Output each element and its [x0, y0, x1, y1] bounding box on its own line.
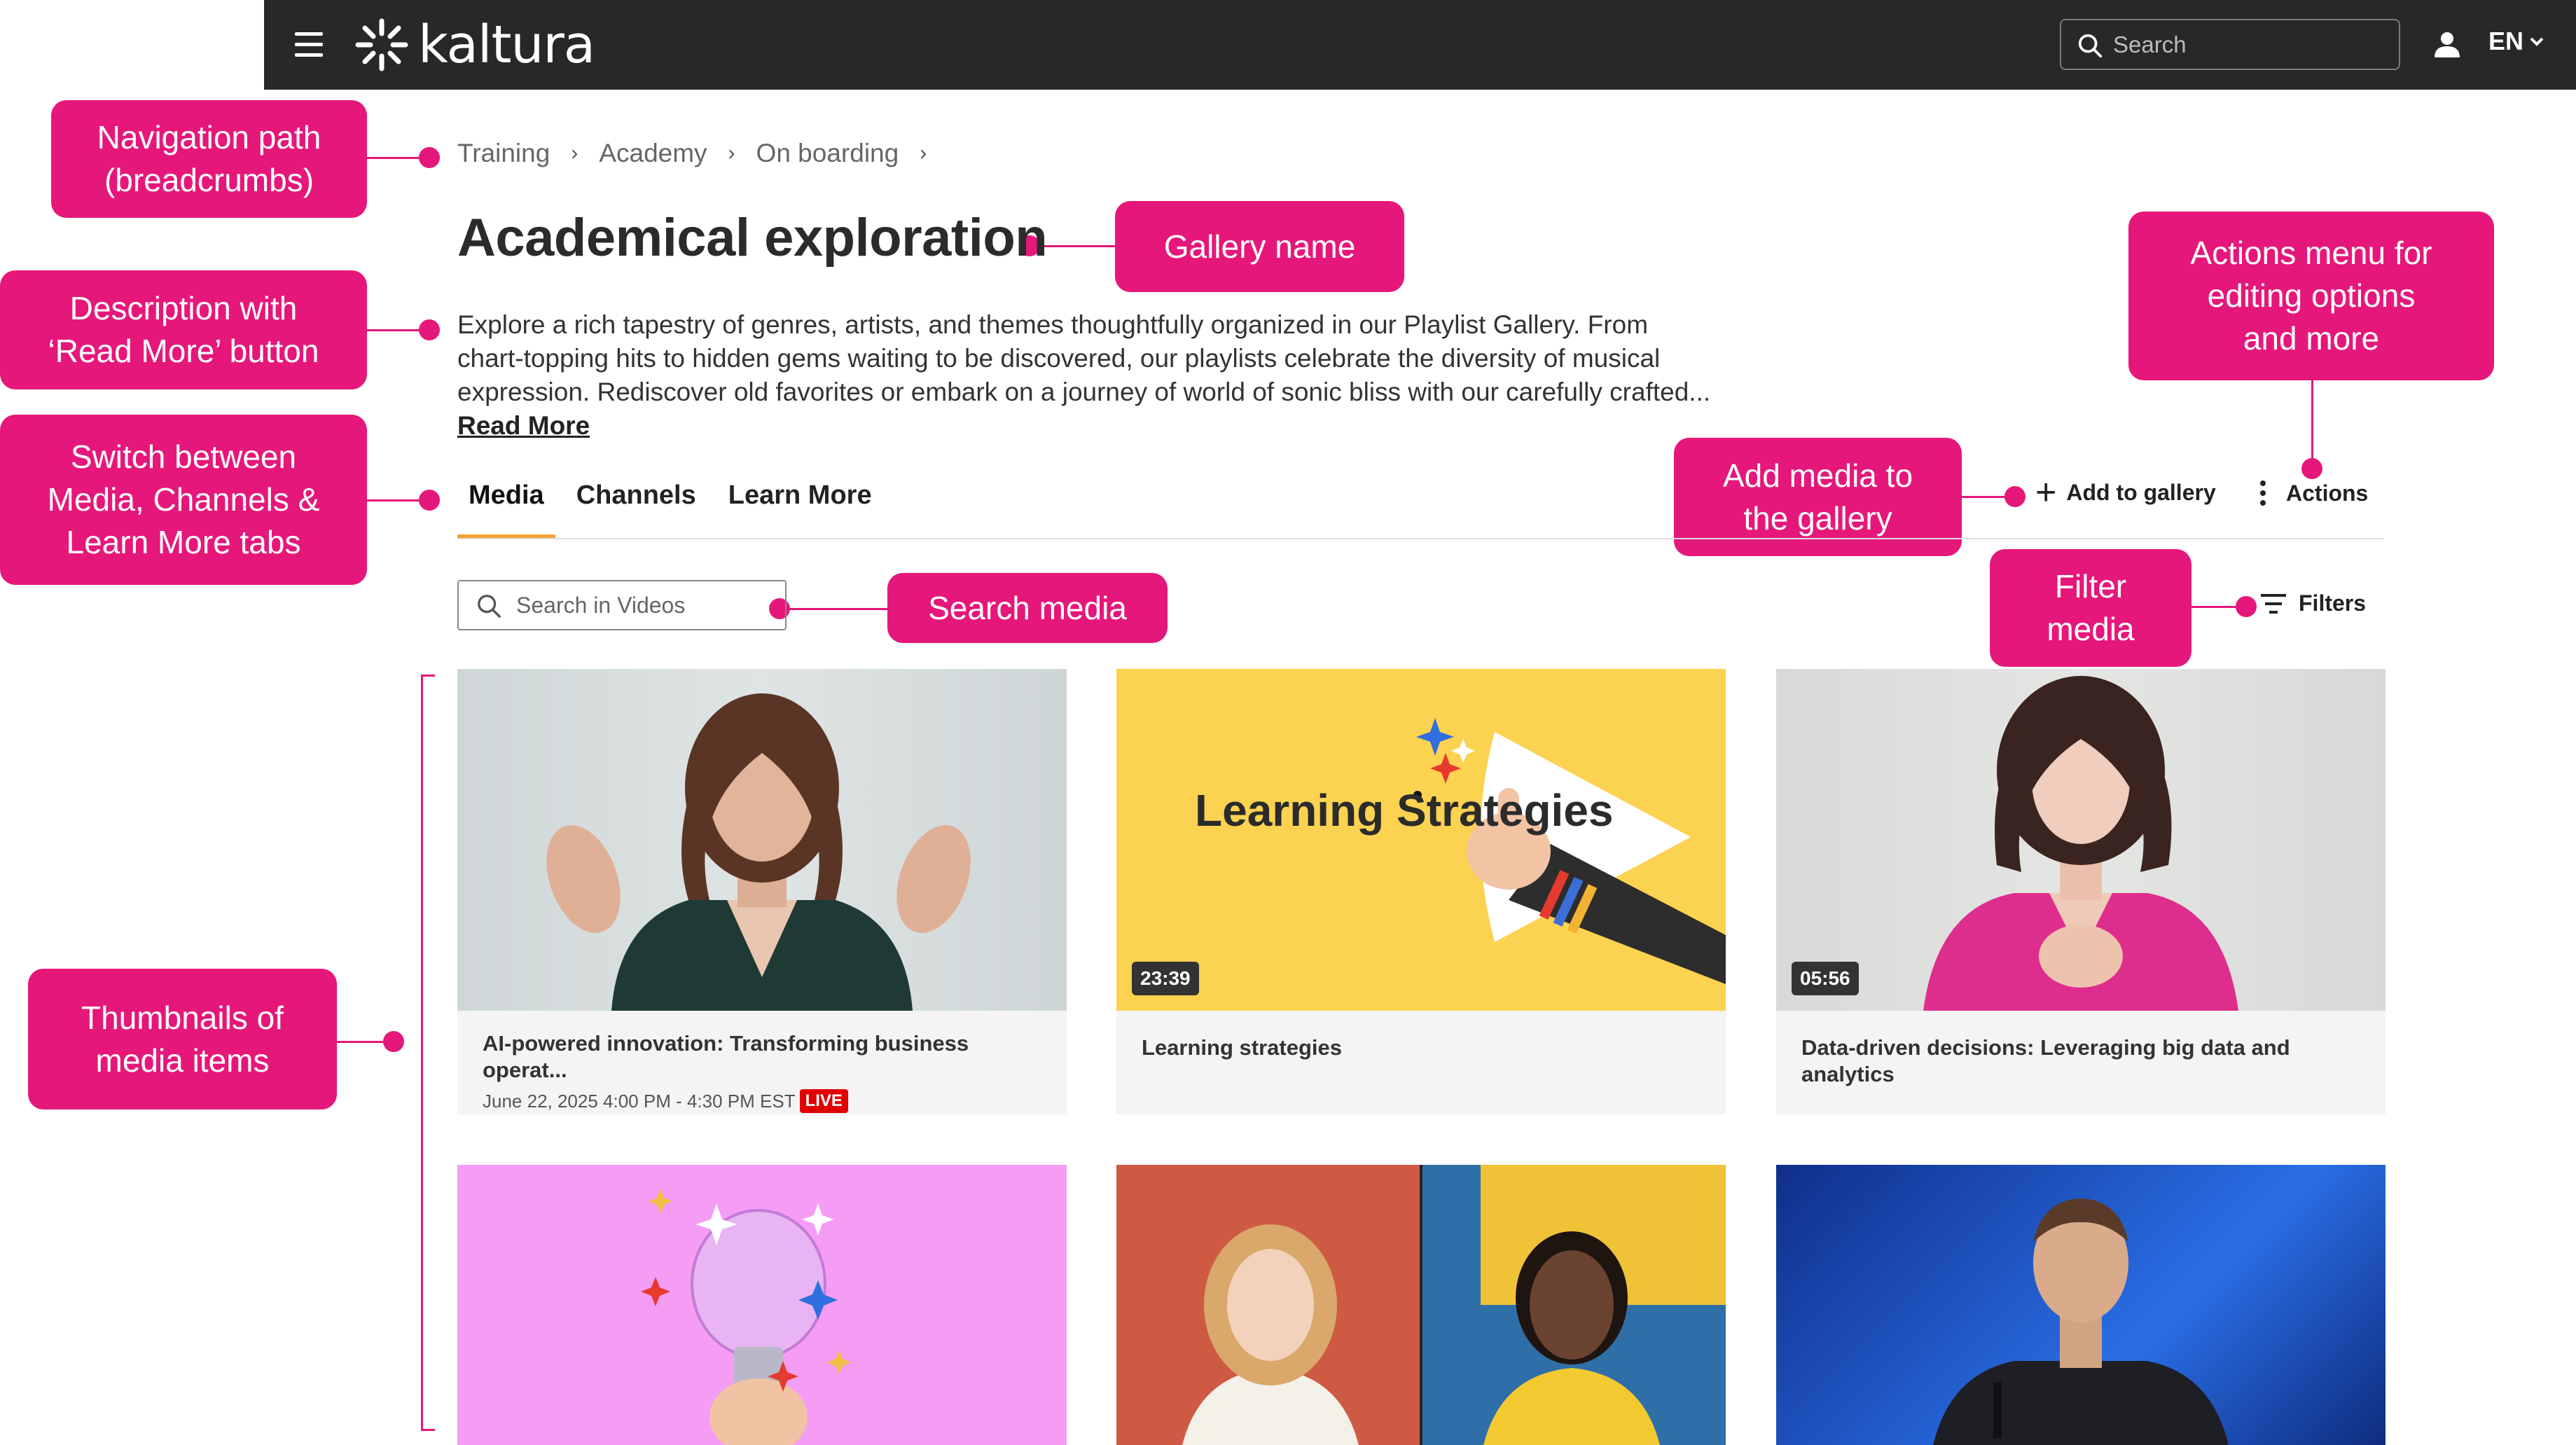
callout-bracket-bottom [421, 1429, 435, 1431]
tab-divider [457, 538, 2384, 539]
breadcrumb-item[interactable]: Academy [599, 139, 707, 168]
filters-label: Filters [2299, 590, 2367, 616]
tab-learn-more[interactable]: Learn More [717, 473, 883, 539]
video-search-placeholder: Search in Videos [516, 592, 686, 618]
chevron-right-icon: › [728, 141, 735, 165]
media-date: June 22, 2025 4:00 PM - 4:30 PM EST [483, 1090, 796, 1112]
kaltura-logo[interactable]: kaltura [354, 15, 595, 75]
callout-breadcrumbs: Navigation path (breadcrumbs) [51, 100, 367, 218]
breadcrumb: Training › Academy › On boarding › [457, 139, 948, 168]
callout-thumbnails: Thumbnails of media items [28, 969, 337, 1109]
read-more-link[interactable]: Read More [457, 411, 590, 440]
media-card[interactable]: 05:56 Data-driven decisions: Leveraging … [1776, 669, 2385, 1114]
callout-dot [2236, 596, 2257, 617]
media-thumbnail[interactable] [457, 669, 1067, 1011]
presenter-woman-pink-image [1923, 676, 2238, 1011]
media-card[interactable]: Learning Strategies 23:39 Learning strat… [1116, 669, 1726, 1114]
video-search-input[interactable]: Search in Videos [457, 580, 787, 630]
callout-dot [383, 1031, 404, 1052]
logo-text: kaltura [418, 15, 595, 75]
gallery-title: Academical exploration [457, 208, 1048, 268]
callout-dot [2301, 458, 2322, 479]
media-title: Data-driven decisions: Leveraging big da… [1801, 1035, 2290, 1086]
callout-filter-media: Filter media [1990, 549, 2191, 667]
media-schedule: June 22, 2025 4:00 PM - 4:30 PM EST LIVE [483, 1089, 1041, 1113]
callout-actions-menu: Actions menu for editing options and mor… [2128, 212, 2494, 380]
presenter-woman-image [546, 693, 971, 1011]
media-thumbnail[interactable]: Learning Strategies 23:39 [1116, 669, 1726, 1011]
callout-connector [2311, 380, 2313, 467]
kaltura-burst-icon [355, 18, 408, 71]
language-selector[interactable]: EN [2488, 27, 2544, 56]
callout-dot [419, 490, 440, 511]
menu-icon[interactable] [295, 32, 323, 57]
kebab-menu-icon [2259, 478, 2266, 508]
media-thumbnail[interactable] [1776, 1165, 2385, 1445]
callout-bracket-top [421, 675, 435, 677]
callout-dot [419, 147, 440, 168]
callout-bracket [421, 675, 423, 1431]
top-navigation-bar: kaltura Search EN [264, 0, 2576, 90]
add-to-gallery-button[interactable]: + Add to gallery [2035, 472, 2216, 513]
media-thumbnail[interactable]: 05:56 [1776, 669, 2385, 1011]
media-thumbnail[interactable] [457, 1165, 1067, 1445]
callout-search-media: Search media [887, 573, 1168, 643]
add-to-gallery-label: Add to gallery [2066, 479, 2216, 505]
callout-dot [2004, 486, 2026, 507]
breadcrumb-item[interactable]: On boarding [756, 139, 899, 168]
media-card[interactable]: AI-powered innovation: Transforming busi… [457, 669, 1067, 1114]
search-icon [2078, 34, 2103, 58]
filter-icon [2261, 593, 2286, 614]
media-title: Learning strategies [1142, 1035, 1342, 1060]
media-card-info: AI-powered innovation: Transforming busi… [457, 1011, 1067, 1114]
actions-label: Actions [2286, 480, 2369, 506]
gallery-description: Explore a rich tapestry of genres, artis… [457, 308, 1718, 443]
callout-connector [780, 608, 887, 610]
callout-tabs: Switch between Media, Channels & Learn M… [0, 415, 367, 585]
description-text: Explore a rich tapestry of genres, artis… [457, 310, 1711, 406]
stage-speaker-image [1933, 1198, 2229, 1445]
live-badge: LIVE [799, 1089, 848, 1113]
plus-icon: + [2035, 472, 2057, 513]
user-icon[interactable] [2432, 29, 2463, 60]
search-icon [478, 595, 501, 618]
chevron-right-icon: › [920, 141, 927, 165]
lightbulb-artwork [641, 1189, 851, 1445]
search-placeholder: Search [2113, 31, 2187, 57]
thumbnail-title: Learning Strategies [1195, 785, 1614, 836]
media-title: AI-powered innovation: Transforming busi… [483, 1031, 969, 1082]
media-card-info: Data-driven decisions: Leveraging big da… [1776, 1011, 2385, 1114]
language-label: EN [2488, 27, 2524, 55]
two-presenters-image [1116, 1165, 1726, 1445]
callout-dot [419, 319, 440, 340]
tab-bar: Media Channels Learn More [457, 473, 921, 539]
media-thumbnail[interactable] [1116, 1165, 1726, 1445]
breadcrumb-item[interactable]: Training [457, 139, 550, 168]
chevron-down-icon [2530, 37, 2544, 46]
callout-gallery-name: Gallery name [1115, 201, 1404, 292]
duration-badge: 23:39 [1132, 962, 1199, 995]
learning-strategies-artwork [1413, 718, 1726, 984]
filters-button[interactable]: Filters [2259, 590, 2366, 616]
tab-channels[interactable]: Channels [565, 473, 707, 539]
duration-badge: 05:56 [1792, 962, 1859, 995]
chevron-right-icon: › [571, 141, 579, 165]
media-card-info: Learning strategies [1116, 1011, 1726, 1114]
actions-menu-button[interactable]: Actions [2259, 478, 2368, 508]
callout-description: Description with ‘Read More’ button [0, 270, 367, 389]
global-search-input[interactable]: Search [2060, 19, 2400, 70]
page-root: kaltura Search EN Navigation path (bread… [0, 0, 2576, 1445]
tab-media[interactable]: Media [457, 473, 555, 539]
